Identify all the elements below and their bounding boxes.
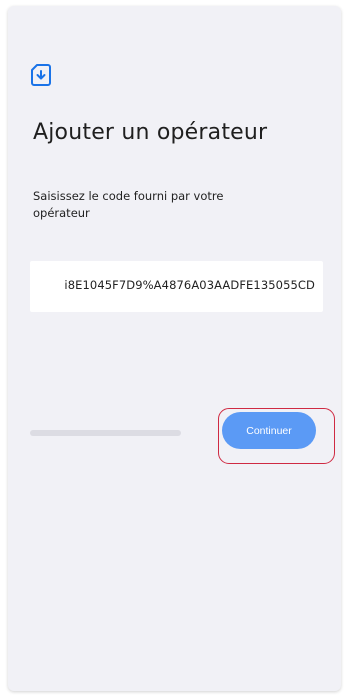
instruction-text: Saisissez le code fourni par votre opéra…	[33, 189, 224, 220]
page-title: Ajouter un opérateur	[33, 120, 268, 145]
continue-button[interactable]: Continuer	[222, 412, 316, 449]
setup-screen: Ajouter un opérateur Saisissez le code f…	[8, 6, 341, 691]
sim-card-download-icon	[31, 64, 51, 86]
carrier-code-input[interactable]: i8E1045F7D9%A4876A03AADFE135055CD	[30, 261, 323, 312]
carrier-code-value: i8E1045F7D9%A4876A03AADFE135055CD	[64, 278, 315, 292]
progress-bar	[30, 430, 181, 436]
